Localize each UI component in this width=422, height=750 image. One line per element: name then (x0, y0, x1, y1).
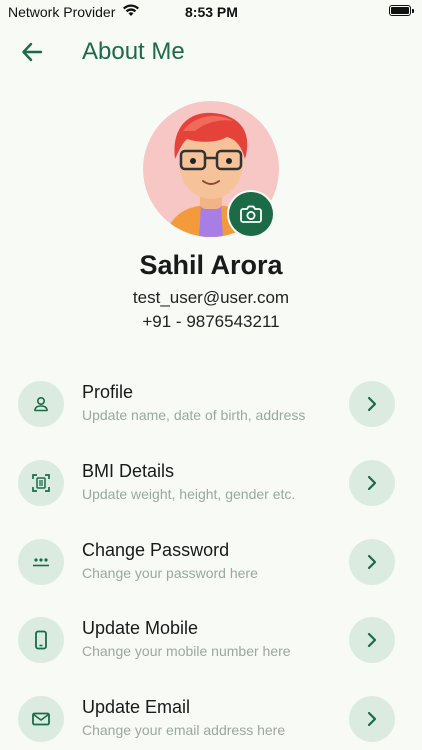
menu-item-title: Update Email (82, 697, 191, 717)
wifi-icon (123, 4, 139, 16)
menu-item-subtitle: Update name, date of birth, address (82, 407, 306, 423)
chevron-right-icon[interactable] (349, 381, 395, 427)
chevron-right-icon[interactable] (349, 696, 395, 742)
menu-item-update-mobile[interactable]: Update Mobile Change your mobile number … (0, 610, 422, 670)
phone-icon (18, 617, 64, 663)
status-bar: Network Provider 8:53 PM (0, 0, 422, 24)
menu-item-subtitle: Change your email address here (82, 722, 286, 738)
header: About Me (0, 30, 422, 74)
mail-icon (18, 696, 64, 742)
arrow-left-icon (22, 42, 43, 62)
user-name: Sahil Arora (139, 250, 283, 280)
change-photo-button[interactable] (229, 192, 273, 236)
menu-item-profile[interactable]: Profile Update name, date of birth, addr… (0, 374, 422, 434)
menu-item-title: BMI Details (82, 461, 175, 481)
menu-item-update-email[interactable]: Update Email Change your email address h… (0, 689, 422, 749)
menu-item-subtitle: Update weight, height, gender etc. (82, 486, 296, 502)
carrier-label: Network Provider (8, 4, 116, 20)
avatar-container (143, 101, 279, 237)
person-icon (18, 381, 64, 427)
user-email: test_user@user.com (132, 288, 290, 307)
menu-item-bmi-details[interactable]: BMI Details Update weight, height, gende… (0, 453, 422, 513)
password-icon (18, 539, 64, 585)
back-button[interactable] (18, 38, 46, 66)
menu-item-title: Profile (82, 382, 134, 402)
menu-item-title: Update Mobile (82, 618, 199, 638)
chevron-right-icon[interactable] (349, 617, 395, 663)
page-title: About Me (82, 38, 185, 65)
chevron-right-icon[interactable] (349, 460, 395, 506)
chevron-right-icon[interactable] (349, 539, 395, 585)
menu-item-subtitle: Change your password here (82, 565, 258, 581)
menu-item-change-password[interactable]: Change Password Change your password her… (0, 532, 422, 592)
camera-icon (240, 205, 262, 223)
menu-item-subtitle: Change your mobile number here (82, 643, 291, 659)
clock: 8:53 PM (185, 4, 238, 20)
user-phone: +91 - 9876543211 (142, 312, 280, 331)
battery-icon (389, 5, 414, 16)
menu-item-title: Change Password (82, 540, 230, 560)
scan-icon (18, 460, 64, 506)
